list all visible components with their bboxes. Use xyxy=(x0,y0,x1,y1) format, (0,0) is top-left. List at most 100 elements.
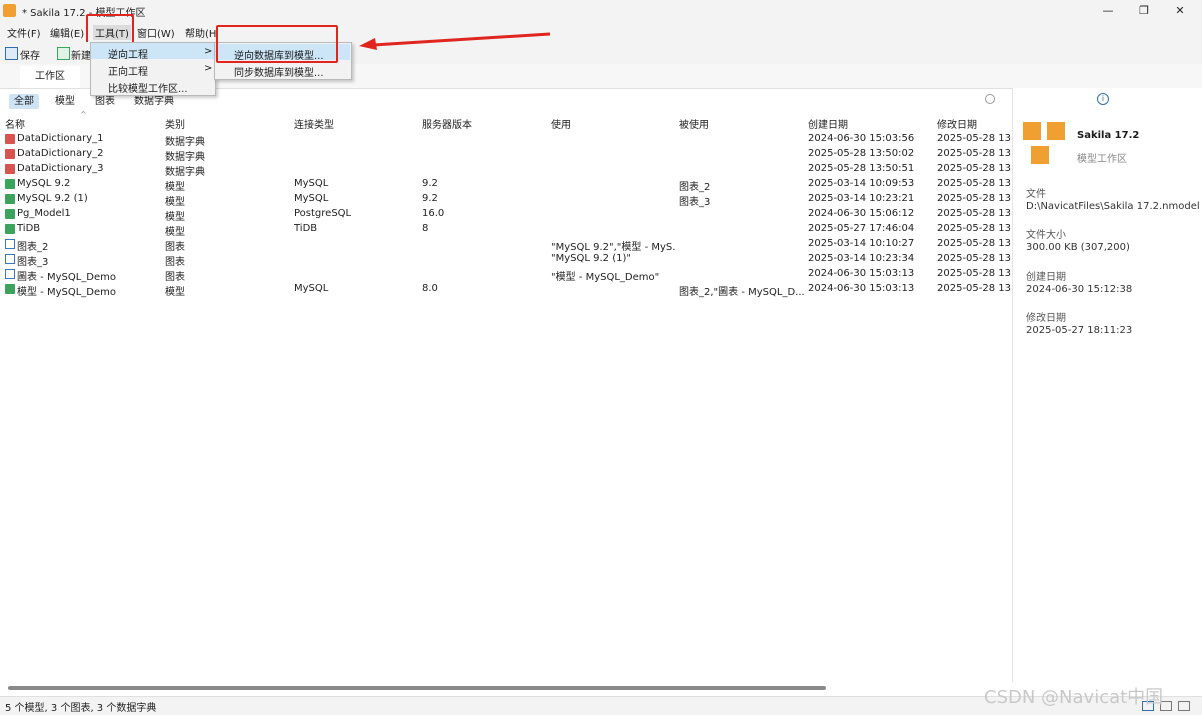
submenu-arrow-icon: > xyxy=(204,46,213,57)
table-row[interactable]: Pg_Model1 模型 PostgreSQL 16.0 2024-06-30 15:0… xyxy=(0,207,1011,223)
cell-type: 数据字典 xyxy=(165,137,205,148)
cell-server-version: 9.2 xyxy=(422,193,438,204)
cell-created: 2025-03-14 10:10:27 xyxy=(808,238,915,249)
table-row[interactable]: 图表_3 图表 "MySQL 9.2 (1)" 2025-03-14 10:23:34… xyxy=(0,252,1011,268)
cell-created: 2024-06-30 15:03:13 xyxy=(808,268,915,279)
app-icon xyxy=(3,4,16,17)
menu-bar xyxy=(0,22,1202,42)
tab-workspace[interactable]: 工作区 xyxy=(20,66,80,88)
watermark: CSDN @Navicat中国 xyxy=(984,687,1164,708)
info-modified-value: 2025-05-27 18:11:23 xyxy=(1026,325,1133,336)
table-row[interactable]: 圖表 - MySQL_Demo 图表 "模型 - MySQL_Demo" 2024-0… xyxy=(0,267,1011,283)
info-created-label: 创建日期 xyxy=(1026,272,1066,283)
maximize-button[interactable]: ❐ xyxy=(1124,0,1164,22)
info-subtitle: 模型工作区 xyxy=(1077,154,1127,165)
cell-modified: 2025-05-28 13:5 xyxy=(937,133,1011,144)
table-row[interactable]: 图表_2 图表 "MySQL 9.2","模型 - MyS... 2025-03-14… xyxy=(0,237,1011,253)
cell-modified: 2025-05-28 13:5 xyxy=(937,253,1011,264)
horizontal-scrollbar[interactable] xyxy=(8,686,826,690)
data-dictionary-icon xyxy=(5,164,15,174)
cell-name: DataDictionary_3 xyxy=(17,163,104,174)
cell-used-by: 图表_2 xyxy=(679,182,711,193)
cell-type: 数据字典 xyxy=(165,167,205,178)
header-server-version[interactable]: 服务器版本 xyxy=(422,116,472,131)
table-row[interactable]: DataDictionary_1 数据字典 2024-06-30 15:03:56 2… xyxy=(0,132,1011,148)
cell-modified: 2025-05-28 13:5 xyxy=(937,223,1011,234)
cell-modified: 2025-05-28 13:5 xyxy=(937,268,1011,279)
cell-name: MySQL 9.2 xyxy=(17,178,71,189)
cell-type: 模型 xyxy=(165,197,185,208)
cell-name: 图表_3 xyxy=(17,257,49,268)
filter-data-dictionary[interactable]: 数据字典 xyxy=(129,94,179,109)
header-type[interactable]: 类别 xyxy=(165,116,185,131)
minimize-button[interactable]: — xyxy=(1088,0,1128,22)
diagram-icon xyxy=(5,269,15,279)
grid-view-icon[interactable] xyxy=(1178,701,1190,711)
model-icon xyxy=(5,209,15,219)
table-row[interactable]: DataDictionary_3 数据字典 2025-05-28 13:50:51 2… xyxy=(0,162,1011,178)
save-button[interactable]: 保存 xyxy=(20,47,40,62)
table-row[interactable]: MySQL 9.2 (1) 模型 MySQL 9.2 图表_3 2025-03-14 10… xyxy=(0,192,1011,208)
diagram-icon xyxy=(5,239,15,249)
model-workspace-icon xyxy=(1023,122,1067,166)
filter-all[interactable]: 全部 xyxy=(9,94,39,109)
menu-item-compare-workspace[interactable]: 比较模型工作区... xyxy=(108,80,188,95)
cell-type: 模型 xyxy=(165,287,185,298)
header-used-by[interactable]: 被使用 xyxy=(679,116,709,131)
info-icon[interactable]: i xyxy=(1097,93,1109,105)
table-row[interactable]: TiDB 模型 TiDB 8 2025-05-27 17:46:04 2025-05-28… xyxy=(0,222,1011,238)
cell-server-version: 8 xyxy=(422,223,429,234)
menu-item-reverse-engineering[interactable]: 逆向工程 xyxy=(108,46,148,61)
cell-type: 模型 xyxy=(165,227,185,238)
filter-model[interactable]: 模型 xyxy=(50,94,80,109)
new-button[interactable]: 新建 xyxy=(71,47,91,62)
cell-created: 2025-03-14 10:09:53 xyxy=(808,178,915,189)
cell-created: 2025-05-28 13:50:02 xyxy=(808,148,915,159)
info-file-value: D:\NavicatFiles\Sakila 17.2.nmodel xyxy=(1026,201,1200,212)
table-row[interactable]: 模型 - MySQL_Demo 模型 MySQL 8.0 图表_2,"圖表 - MySQ… xyxy=(0,282,1011,298)
cell-modified: 2025-05-28 13:5 xyxy=(937,208,1011,219)
info-file-label: 文件 xyxy=(1026,189,1046,200)
model-icon xyxy=(5,194,15,204)
menu-help[interactable]: 帮助(H xyxy=(185,25,216,40)
cell-connection: MySQL xyxy=(294,178,329,189)
cell-type: 数据字典 xyxy=(165,152,205,163)
cell-used-by: 图表_2,"圖表 - MySQL_D... xyxy=(679,287,804,298)
menu-item-sync-db-to-model[interactable]: 同步数据库到模型... xyxy=(234,64,324,79)
title-bar xyxy=(0,0,1202,22)
header-created[interactable]: 创建日期 xyxy=(808,116,848,131)
cell-created: 2025-05-27 17:46:04 xyxy=(808,223,915,234)
cell-modified: 2025-05-28 13:5 xyxy=(937,178,1011,189)
cell-connection: MySQL xyxy=(294,193,329,204)
table-row[interactable]: MySQL 9.2 模型 MySQL 9.2 图表_2 2025-03-14 10:09:… xyxy=(0,177,1011,193)
cell-type: 模型 xyxy=(165,182,185,193)
close-button[interactable]: ✕ xyxy=(1160,0,1200,22)
menu-file[interactable]: 文件(F) xyxy=(7,25,41,40)
cell-created: 2024-06-30 15:06:12 xyxy=(808,208,915,219)
menu-item-forward-engineering[interactable]: 正向工程 xyxy=(108,63,148,78)
cell-uses: "模型 - MySQL_Demo" xyxy=(551,272,660,283)
menu-edit[interactable]: 编辑(E) xyxy=(50,25,84,40)
info-name: Sakila 17.2 xyxy=(1077,130,1140,141)
search-icon[interactable] xyxy=(985,94,995,104)
filter-diagram[interactable]: 图表 xyxy=(90,94,120,109)
annotation-arrow-icon xyxy=(359,32,551,50)
cell-server-version: 9.2 xyxy=(422,178,438,189)
tools-highlight-box xyxy=(86,14,134,44)
cell-connection: MySQL xyxy=(294,283,329,294)
header-modified[interactable]: 修改日期 xyxy=(937,116,977,131)
header-connection[interactable]: 连接类型 xyxy=(294,116,334,131)
cell-type: 图表 xyxy=(165,272,185,283)
cell-name: 模型 - MySQL_Demo xyxy=(17,287,117,298)
header-name[interactable]: 名称 xyxy=(5,116,25,131)
cell-created: 2024-06-30 15:03:13 xyxy=(808,283,915,294)
header-uses[interactable]: 使用 xyxy=(551,116,571,131)
cell-type: 图表 xyxy=(165,242,185,253)
table-row[interactable]: DataDictionary_2 数据字典 2025-05-28 13:50:02 2… xyxy=(0,147,1011,163)
cell-name: 图表_2 xyxy=(17,242,49,253)
status-text: 5 个模型, 3 个图表, 3 个数据字典 xyxy=(5,703,157,714)
cell-modified: 2025-05-28 13:5 xyxy=(937,238,1011,249)
menu-window[interactable]: 窗口(W) xyxy=(137,25,175,40)
cell-name: Pg_Model1 xyxy=(17,208,71,219)
cell-server-version: 16.0 xyxy=(422,208,445,219)
